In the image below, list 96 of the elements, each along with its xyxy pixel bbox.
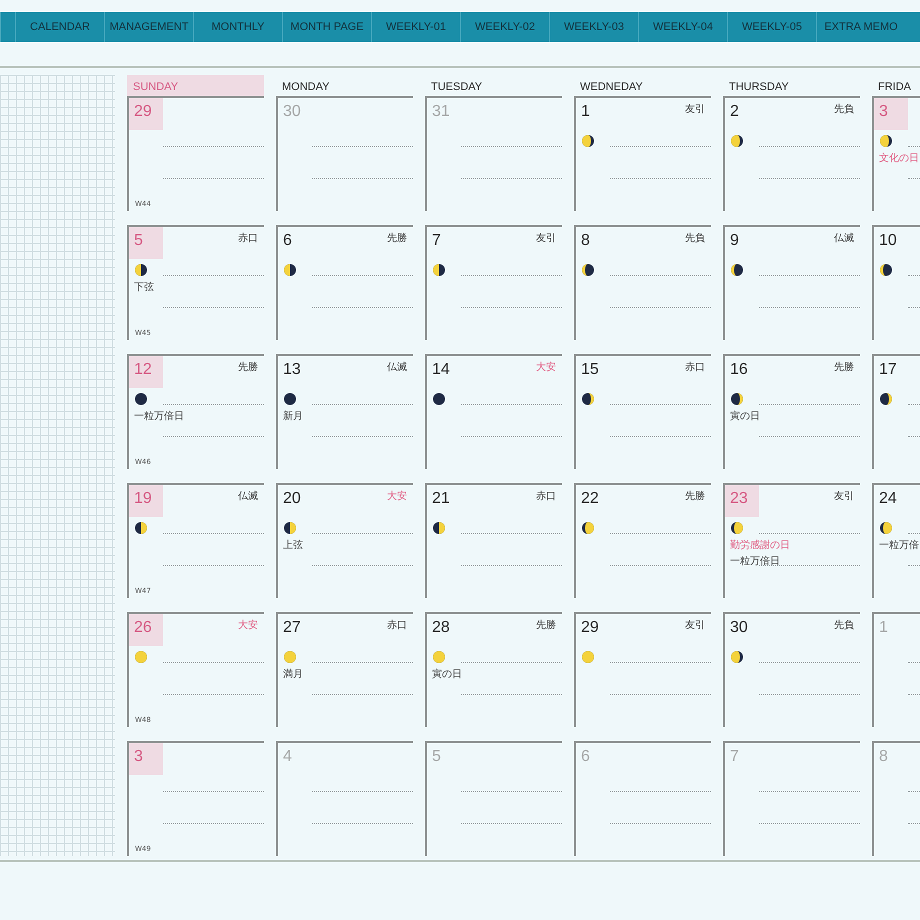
weekday-header: SUNDAY (127, 75, 264, 96)
date-number: 5 (129, 227, 163, 259)
date-number: 23 (725, 485, 759, 517)
day-cell[interactable]: 14 大安 (425, 354, 562, 469)
day-cell[interactable]: 16 先勝 寅の日 (723, 354, 860, 469)
rokuyo-label: 赤口 (685, 360, 706, 374)
date-number: 28 (431, 618, 451, 638)
rokuyo-label: 先負 (834, 618, 855, 632)
day-cell[interactable]: 20 大安 上弦 (276, 483, 413, 598)
date-number: 29 (580, 618, 600, 638)
rokuyo-label: 先勝 (387, 232, 408, 245)
weekday-header: TUESDAY (430, 80, 484, 95)
day-note: 文化の日 (879, 152, 920, 165)
rokuyo-label: 先負 (834, 102, 855, 116)
date-number: 27 (282, 618, 302, 638)
day-note: 一粒万倍 (879, 538, 920, 552)
rokuyo-label: 友引 (685, 619, 706, 632)
day-note: 満月 (283, 668, 304, 681)
date-number: 15 (580, 360, 600, 380)
date-number: 6 (282, 231, 293, 251)
rokuyo-label: 先勝 (536, 618, 557, 632)
day-cell[interactable]: 30 先負 (723, 612, 860, 727)
day-cell[interactable]: 9 仏滅 (723, 225, 860, 340)
rokuyo-label: 赤口 (536, 490, 557, 503)
date-number: 8 (580, 231, 591, 251)
rokuyo-label: 先勝 (834, 360, 855, 374)
day-cell[interactable]: 21 赤口 (425, 483, 562, 598)
day-cell[interactable]: 23 友引 勤労感謝の日 一粒万倍日 (723, 483, 860, 598)
date-number: 3 (874, 98, 908, 130)
date-number: 30 (282, 102, 302, 122)
rokuyo-label: 仏滅 (834, 232, 855, 245)
day-cell[interactable]: 7 友引 (425, 225, 562, 340)
weekday-header: THURSDAY (728, 80, 790, 95)
day-cell[interactable]: 29 友引 (574, 612, 711, 727)
date-number: 7 (729, 747, 740, 767)
rokuyo-label: 仏滅 (238, 490, 259, 503)
day-note: 勤労感謝の日 (730, 538, 791, 552)
date-number: 19 (129, 485, 163, 517)
date-number: 16 (729, 360, 749, 380)
rokuyo-label: 友引 (685, 103, 706, 116)
date-number: 1 (580, 102, 591, 122)
date-number: 9 (729, 231, 740, 251)
date-number: 1 (878, 618, 889, 638)
rokuyo-label: 大安 (536, 360, 557, 374)
rokuyo-label: 友引 (834, 490, 855, 503)
date-number: 31 (431, 102, 451, 122)
date-number: 4 (282, 747, 293, 767)
rokuyo-label: 赤口 (238, 232, 259, 245)
day-cell[interactable]: 1 友引 (574, 96, 711, 211)
date-number: 8 (878, 747, 889, 767)
day-note: 下弦 (134, 280, 155, 294)
day-cell[interactable]: 2 先負 (723, 96, 860, 211)
day-cell[interactable]: 10 (872, 225, 920, 340)
rokuyo-label: 先負 (685, 232, 706, 245)
day-cell[interactable]: 13 仏滅 新月 (276, 354, 413, 469)
date-number: 20 (282, 489, 302, 509)
date-number: 24 (878, 489, 898, 509)
weekday-header: FRIDA (877, 80, 912, 95)
date-number: 10 (878, 231, 898, 251)
day-cell[interactable]: 8 先負 (574, 225, 711, 340)
date-number: 30 (729, 618, 749, 638)
date-number: 14 (431, 360, 451, 380)
day-cell[interactable]: 17 (872, 354, 920, 469)
date-number: 13 (282, 360, 302, 380)
date-number: 21 (431, 489, 451, 509)
date-number: 3 (129, 743, 163, 775)
day-cell[interactable]: 27 赤口 満月 (276, 612, 413, 727)
date-number: 7 (431, 231, 442, 251)
rokuyo-label: 赤口 (387, 618, 408, 632)
day-note: 寅の日 (432, 668, 463, 681)
date-number: 2 (729, 102, 740, 122)
rokuyo-label: 先勝 (685, 490, 706, 503)
day-cell[interactable]: 24 一粒万倍 (872, 483, 920, 598)
date-number: 29 (129, 98, 163, 130)
date-number: 5 (431, 747, 442, 767)
day-cell[interactable]: 6 先勝 (276, 225, 413, 340)
date-number: 17 (878, 360, 898, 380)
day-cell[interactable]: 28 先勝 寅の日 (425, 612, 562, 727)
rokuyo-label: 先勝 (238, 360, 259, 374)
day-note: 一粒万倍日 (134, 410, 185, 423)
day-note: 寅の日 (730, 410, 761, 423)
rokuyo-label: 大安 (238, 618, 259, 632)
date-number: 12 (129, 356, 163, 388)
day-cell[interactable]: 22 先勝 (574, 483, 711, 598)
date-number: 22 (580, 489, 600, 509)
date-number: 6 (580, 747, 591, 767)
day-note: 一粒万倍日 (730, 554, 781, 568)
weekday-header: MONDAY (281, 80, 330, 95)
rokuyo-label: 友引 (536, 232, 557, 245)
day-note: 上弦 (283, 538, 304, 552)
rokuyo-label: 仏滅 (387, 360, 408, 374)
date-number: 26 (129, 614, 163, 646)
weekday-header: WEDNEDAY (579, 80, 644, 95)
rokuyo-label: 大安 (387, 490, 408, 503)
day-cell[interactable]: 15 赤口 (574, 354, 711, 469)
day-note: 新月 (283, 410, 304, 423)
